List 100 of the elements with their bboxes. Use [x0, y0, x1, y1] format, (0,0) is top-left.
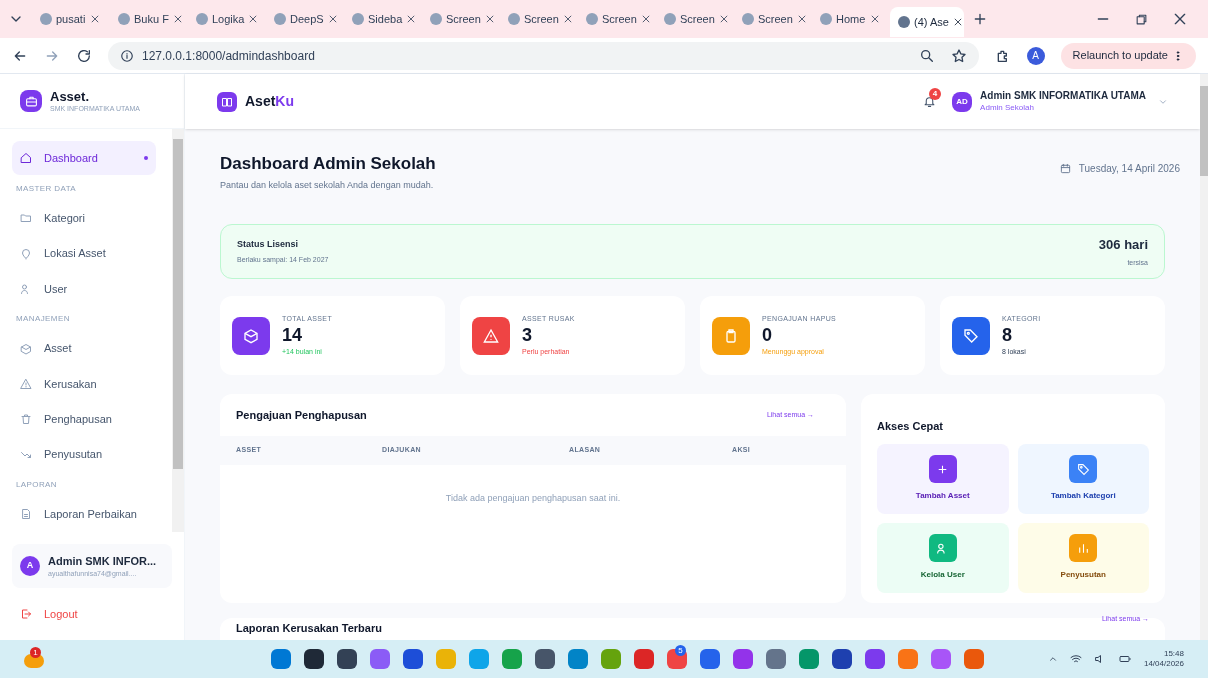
browser-tab[interactable]: Sideba [344, 4, 418, 34]
user-avatar[interactable]: AD [952, 91, 973, 112]
days-remaining: 306 hari [1098, 236, 1148, 254]
close-icon[interactable] [562, 14, 573, 24]
browser-tab[interactable]: Home [812, 4, 886, 34]
favicon-icon [664, 13, 676, 25]
favicon-icon [508, 13, 520, 25]
weather-icon[interactable] [24, 654, 44, 668]
close-icon[interactable] [172, 14, 183, 24]
wifi-icon[interactable] [1069, 653, 1082, 665]
stat-value: 0 [762, 324, 773, 347]
tab-title: Screen [680, 11, 715, 27]
nav-item[interactable]: Kerusakan [12, 366, 156, 402]
trash-icon [20, 413, 32, 426]
stat-value: 3 [522, 324, 533, 347]
profile-avatar[interactable]: A [1026, 46, 1045, 65]
favicon-icon [820, 13, 832, 25]
close-icon[interactable] [327, 14, 338, 24]
nav-item[interactable]: Penyusutan [12, 437, 156, 473]
url-text: 127.0.0.1:8000/admindashboard [142, 47, 315, 65]
quick-action-tile[interactable]: Tambah Asset [877, 443, 1009, 514]
nav-item[interactable]: Penghapusan [12, 401, 156, 438]
logo-icon [217, 91, 237, 112]
close-icon[interactable] [406, 14, 417, 24]
user-name: Admin SMK INFOR... [48, 553, 157, 569]
address-bar[interactable]: 127.0.0.1:8000/admindashboard [108, 41, 979, 70]
browser-tab[interactable]: pusati [32, 4, 106, 34]
browser-tab[interactable]: Screen [500, 4, 574, 34]
tab-title: Logika [212, 11, 245, 27]
scrollbar[interactable] [172, 129, 184, 532]
new-tab-icon[interactable] [972, 11, 988, 27]
tab-title: Screen [446, 11, 481, 27]
close-icon[interactable] [640, 14, 651, 24]
browser-tab[interactable]: Screen [422, 4, 496, 34]
tab-title: Screen [758, 11, 793, 27]
nav-item[interactable]: Lokasi Asset [12, 236, 156, 272]
stat-value: 8 [1002, 324, 1013, 347]
nav-item[interactable]: User [12, 271, 156, 307]
user-name: Admin SMK INFORMATIKA UTAMA [980, 90, 1146, 103]
browser-tab[interactable]: Screen [734, 4, 808, 34]
favicon-icon [274, 13, 286, 25]
battery-icon[interactable] [1117, 653, 1132, 665]
logout-link[interactable]: Logout [0, 588, 184, 640]
page-title: Dashboard Admin Sekolah [220, 153, 436, 175]
close-icon[interactable] [718, 14, 729, 24]
close-icon[interactable] [248, 14, 259, 24]
favicon-icon [40, 13, 52, 25]
notification-badge: 5 [675, 645, 686, 656]
bookmark-star-icon[interactable] [950, 47, 967, 64]
app-icon[interactable] [535, 649, 555, 669]
restore-icon[interactable] [1135, 12, 1148, 26]
browser-tab[interactable]: Logika [188, 4, 262, 34]
warning-icon [20, 378, 32, 390]
brand-name: Asset. [50, 88, 91, 105]
quick-action-tile[interactable]: Kelola User [877, 522, 1009, 593]
tab-title: Screen [602, 11, 637, 27]
close-icon[interactable] [952, 17, 963, 27]
pin-icon [20, 247, 32, 260]
favicon-icon [586, 13, 598, 25]
app-icon[interactable] [337, 649, 357, 669]
calendar-icon [1059, 163, 1071, 174]
app-icon[interactable] [304, 649, 324, 669]
nav-item[interactable]: Laporan Perbaikan [12, 496, 156, 532]
logo-icon [20, 90, 42, 112]
nav-item[interactable]: Kategori [12, 200, 156, 237]
tab-title: Sideba [368, 11, 403, 27]
favicon-icon [742, 13, 754, 25]
clock[interactable]: 15:48 14/04/2026 [1143, 649, 1184, 669]
quick-action-tile[interactable]: Tambah Kategori [1017, 443, 1149, 514]
close-icon[interactable] [90, 14, 100, 24]
browser-tab[interactable]: (4) Ase [890, 7, 964, 37]
close-icon[interactable] [484, 14, 495, 24]
reload-icon[interactable] [76, 47, 92, 64]
app-icon[interactable] [832, 649, 852, 669]
nav-item[interactable]: Dashboard [12, 141, 156, 175]
nav-item[interactable]: Asset [12, 331, 156, 367]
stat-value: 14 [282, 324, 304, 347]
browser-tab[interactable]: Screen [578, 4, 652, 34]
favicon-icon [352, 13, 364, 25]
browser-tab[interactable]: DeepS [266, 4, 340, 34]
info-icon[interactable] [120, 48, 134, 63]
close-icon[interactable] [870, 14, 880, 24]
app-icon[interactable] [403, 649, 423, 669]
scrollbar[interactable] [1200, 74, 1208, 640]
close-icon[interactable] [1172, 11, 1188, 27]
tab-title: (4) Ase [914, 14, 949, 30]
start-icon[interactable] [271, 649, 291, 669]
close-icon[interactable] [796, 14, 807, 24]
quick-action-tile[interactable]: Penyusutan [1017, 522, 1149, 593]
zoom-icon[interactable] [918, 47, 935, 64]
favicon-icon [898, 16, 910, 28]
relaunch-button[interactable]: Relaunch to update [1060, 42, 1196, 69]
bell-icon[interactable] [923, 95, 937, 108]
section-label: MANAJEMEN [16, 312, 71, 325]
chevron-up-icon[interactable] [1047, 654, 1058, 664]
tab-title: pusati [56, 11, 86, 27]
browser-tab[interactable]: Buku F [110, 4, 184, 34]
browser-tab[interactable]: Screen [656, 4, 730, 34]
favicon-icon [118, 13, 130, 25]
tab-title: Home [836, 11, 866, 27]
